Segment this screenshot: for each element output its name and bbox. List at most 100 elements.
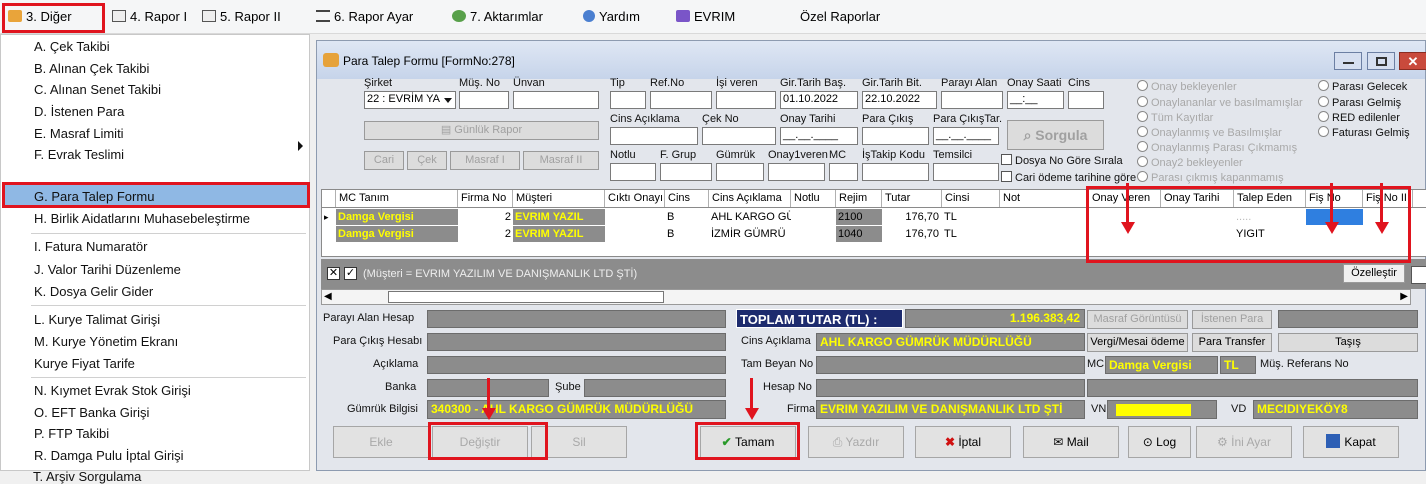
menu-diger[interactable]: 3. Diğer (8, 6, 72, 28)
vd-field[interactable]: MECIDIYEKÖY8 (1253, 400, 1418, 419)
menu-item-istenen-para[interactable]: D. İstenen Para (34, 104, 124, 119)
notlu-input[interactable] (610, 163, 656, 181)
radio-parasi-cikmis[interactable]: Parası çıkmış kapanmamış (1137, 171, 1284, 184)
radio-onay-bekleyenler[interactable]: Onay bekleyenler (1137, 80, 1237, 93)
vn-field[interactable] (1107, 400, 1217, 419)
menu-item-birlik-aidatlari[interactable]: H. Birlik Aidatlarını Muhasebeleştirme (34, 211, 250, 226)
menu-item-alinan-senet-takibi[interactable]: C. Alınan Senet Takibi (34, 82, 161, 97)
masraf1-button[interactable]: Masraf I (450, 151, 520, 170)
referans-field[interactable] (1087, 379, 1418, 397)
sorgula-button[interactable]: ⌕ Sorgula (1007, 120, 1104, 150)
col-tutar[interactable]: Tutar (882, 190, 942, 207)
radio-parasi-gelmis[interactable]: Parası Gelmiş (1318, 96, 1401, 109)
gir-tarih-bas-input[interactable]: 01.10.2022 (780, 91, 858, 109)
menu-item-cek-takibi[interactable]: A. Çek Takibi (34, 39, 110, 54)
unvan-input[interactable] (513, 91, 599, 109)
kapat-button[interactable]: Kapat (1303, 426, 1399, 458)
col-onay-veren[interactable]: Onay Veren (1089, 190, 1161, 207)
radio-onaylanmis-parasi-cikmamis[interactable]: Onaylanmış Parası Çıkmamış (1137, 141, 1297, 154)
radio-parasi-gelecek[interactable]: Parası Gelecek (1318, 80, 1407, 93)
para-cikis-input[interactable] (862, 127, 929, 145)
scroll-right-icon[interactable]: ▶ (1400, 291, 1408, 302)
menu-item-kurye-fiyat-tarife[interactable]: Kurye Fiyat Tarife (34, 356, 135, 371)
col-onay-tarihi[interactable]: Onay Tarihi (1161, 190, 1234, 207)
radio-onaylananlar[interactable]: Onaylananlar ve basılmamışlar (1137, 96, 1303, 109)
vergi-mesai-odeme-button[interactable]: Vergi/Mesai ödeme (1087, 333, 1188, 352)
radio-faturasi-gelmis[interactable]: Faturası Gelmiş (1318, 126, 1410, 139)
log-button[interactable]: ⊙ Log (1128, 426, 1191, 458)
masraf2-button[interactable]: Masraf II (523, 151, 599, 170)
gunluk-rapor-button[interactable]: ▤ Günlük Rapor (364, 121, 599, 140)
menu-item-para-talep-formu[interactable]: G. Para Talep Formu (34, 189, 154, 204)
gumruk-input[interactable] (716, 163, 764, 181)
col-fis-no-2[interactable]: Fiş No II (1363, 190, 1413, 207)
cek-button[interactable]: Çek (407, 151, 447, 170)
mc-input[interactable] (829, 163, 858, 181)
temsilci-input[interactable] (933, 163, 999, 181)
clear-filter-icon[interactable]: ✕ (327, 267, 340, 280)
gumruk-bilgisi-field[interactable]: 340300 - AHL KARGO GÜMRÜK MÜDÜRLÜĞÜ (427, 400, 726, 419)
close-button[interactable]: ✕ (1399, 52, 1426, 70)
cins-aciklama-field[interactable]: AHL KARGO GÜMRÜK MÜDÜRLÜĞÜ (816, 333, 1085, 351)
menu-evrim[interactable]: EVRIM (676, 6, 735, 28)
col-talep-eden[interactable]: Talep Eden (1234, 190, 1306, 207)
menu-item-kiymet-evrak[interactable]: N. Kıymet Evrak Stok Girişi (34, 383, 191, 398)
menu-item-fatura-numarator[interactable]: I. Fatura Numaratör (34, 239, 147, 254)
menu-item-arsiv-sorgulama[interactable]: T. Arşiv Sorgulama (33, 469, 141, 484)
horizontal-scrollbar[interactable]: ◀ ▶ (321, 289, 1411, 305)
sube-field[interactable] (584, 379, 726, 397)
aciklama-field[interactable] (427, 356, 726, 374)
scroll-down-button[interactable] (1411, 266, 1426, 284)
sil-button[interactable]: Sil (531, 426, 627, 458)
table-row[interactable]: ▸ Damga Vergisi 2 EVRIM YAZIL B AHL KARG… (322, 209, 1426, 225)
ozellestir-button[interactable]: Özelleştir (1343, 264, 1405, 283)
radio-red-edilenler[interactable]: RED edilenler (1318, 111, 1400, 124)
mus-no-input[interactable] (459, 91, 509, 109)
menu-item-masraf-limiti[interactable]: E. Masraf Limiti (34, 126, 124, 141)
currency-field[interactable]: TL (1220, 356, 1256, 374)
para-transfer-button[interactable]: Para Transfer (1192, 333, 1272, 352)
menu-item-kurye-talimat[interactable]: L. Kurye Talimat Girişi (34, 312, 160, 327)
mail-button[interactable]: ✉ Mail (1023, 426, 1119, 458)
cari-button[interactable]: Cari (364, 151, 404, 170)
table-row[interactable]: Damga Vergisi 2 EVRIM YAZIL B İZMİR GÜMR… (322, 226, 1426, 242)
menu-item-damga-pulu-iptal[interactable]: R. Damga Pulu İptal Girişi (34, 448, 184, 463)
para-cikis-tar-input[interactable]: __.__.____ (933, 127, 999, 145)
firma-field[interactable]: EVRIM YAZILIM VE DANIŞMANLIK LTD ŞTİ (816, 400, 1085, 419)
menu-rapor-1[interactable]: 4. Rapor I (112, 6, 187, 28)
onay-saati-input[interactable]: __:__ (1007, 91, 1064, 109)
yazdir-button[interactable]: ⎙ Yazdır (808, 426, 904, 458)
col-fis-no[interactable]: Fiş No (1306, 190, 1363, 207)
ini-ayar-button[interactable]: ⚙ İni Ayar (1196, 426, 1292, 458)
tam-beyan-no-field[interactable] (816, 356, 1085, 374)
menu-rapor-2[interactable]: 5. Rapor II (202, 6, 281, 28)
onay-tarihi-input[interactable]: __.__.____ (780, 127, 858, 145)
hesap-no-field[interactable] (816, 379, 1085, 397)
col-cikti-onayi[interactable]: Cıktı Onayı (605, 190, 665, 207)
minimize-button[interactable] (1334, 52, 1362, 70)
col-mc-tanim[interactable]: MC Tanım (336, 190, 458, 207)
isi-veren-input[interactable] (716, 91, 776, 109)
filter-enabled-checkbox[interactable]: ✓ (344, 267, 357, 280)
para-cikis-hesabi-field[interactable] (427, 333, 726, 351)
ref-no-input[interactable] (650, 91, 712, 109)
istenen-para-field[interactable] (1278, 310, 1418, 328)
col-firma-no[interactable]: Firma No (458, 190, 513, 207)
col-cins[interactable]: Cins (665, 190, 709, 207)
radio-onaylanmis-basilmis[interactable]: Onaylanmış ve Basılmışlar (1137, 126, 1282, 139)
dosya-no-checkbox[interactable]: Dosya No Göre Sırala (1001, 154, 1123, 167)
col-not[interactable]: Not (1000, 190, 1089, 207)
sirket-select[interactable]: 22 : EVRİM YA (364, 91, 456, 109)
col-rejim[interactable]: Rejim (836, 190, 882, 207)
mc-field[interactable]: Damga Vergisi (1105, 356, 1218, 374)
menu-item-valor-tarihi[interactable]: J. Valor Tarihi Düzenleme (34, 262, 181, 277)
menu-aktarimlar[interactable]: 7. Aktarımlar (452, 6, 543, 28)
cins-input[interactable] (1068, 91, 1104, 109)
menu-item-eft-banka[interactable]: O. EFT Banka Girişi (34, 405, 149, 420)
menu-item-alinan-cek-takibi[interactable]: B. Alınan Çek Takibi (34, 61, 149, 76)
iptal-button[interactable]: ✖ İptal (915, 426, 1011, 458)
menu-item-evrak-teslimi[interactable]: F. Evrak Teslimi (34, 147, 124, 162)
radio-onay2-bekleyenler[interactable]: Onay2 bekleyenler (1137, 156, 1243, 169)
col-notlu[interactable]: Notlu (791, 190, 836, 207)
col-cinsi[interactable]: Cinsi (942, 190, 1000, 207)
